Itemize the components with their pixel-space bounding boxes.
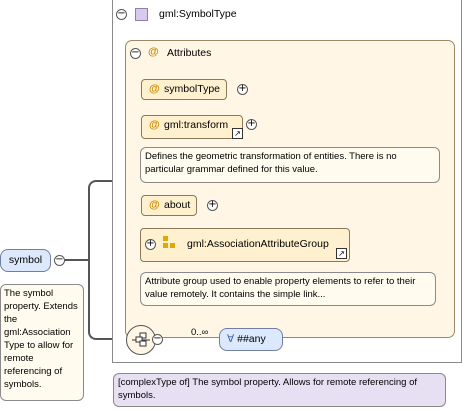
shortcut-arrow-icon: ↗: [336, 248, 347, 259]
expand-about-button[interactable]: +: [207, 200, 218, 211]
attribute-name: symbolType: [164, 83, 221, 95]
attributes-label: Attributes: [167, 47, 212, 59]
element-doc: The symbol property. Extends the gml:Ass…: [0, 284, 84, 401]
connector-line: [65, 259, 90, 261]
any-element[interactable]: ∀ ##any: [219, 328, 283, 351]
sequence-icon: [132, 332, 150, 347]
occurrence-label: 0..∞: [191, 327, 209, 338]
collapse-attributes-button[interactable]: −: [130, 48, 141, 59]
attribute-group-icon: [163, 236, 175, 248]
collapse-element-button[interactable]: −: [54, 255, 65, 266]
attribute-icon: @: [149, 119, 160, 131]
attribute-about[interactable]: @ about: [141, 195, 198, 216]
attribute-group-name: gml:AssociationAttributeGroup: [187, 238, 329, 250]
shortcut-arrow-icon: ↗: [232, 128, 243, 139]
complex-type-title: gml:SymbolType: [159, 8, 237, 20]
expand-attribute-group-button[interactable]: +: [145, 239, 156, 250]
collapse-complex-type-button[interactable]: −: [116, 9, 127, 20]
collapse-sequence-button[interactable]: −: [152, 334, 163, 345]
any-icon: ∀: [227, 333, 235, 345]
gml-transform-doc: Defines the geometric transformation of …: [140, 147, 440, 183]
complex-type-icon: [135, 8, 148, 21]
attribute-icon: @: [149, 83, 160, 95]
element-name: symbol: [8, 254, 43, 266]
element-symbol[interactable]: symbol: [0, 249, 51, 272]
attribute-name: about: [164, 199, 191, 211]
attribute-name: gml:transform: [164, 119, 229, 131]
expand-gml-transform-button[interactable]: +: [246, 119, 257, 130]
attributes-at-icon: @: [148, 46, 159, 58]
any-label: ##any: [237, 333, 266, 345]
attribute-symbolType[interactable]: @ symbolType: [141, 79, 228, 100]
attribute-gml-transform[interactable]: @ gml:transform: [141, 115, 244, 139]
complex-type-doc: [complexType of] The symbol property. Al…: [113, 373, 446, 407]
expand-symbolType-button[interactable]: +: [237, 84, 248, 95]
attribute-icon: @: [149, 199, 160, 211]
attribute-group-doc: Attribute group used to enable property …: [140, 272, 436, 306]
